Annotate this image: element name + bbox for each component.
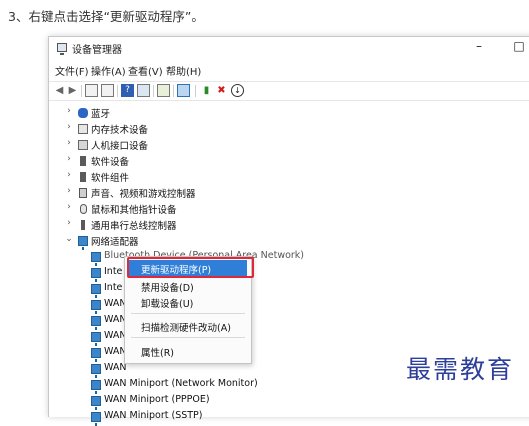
network-adapter-icon xyxy=(91,364,101,378)
menu-item-label: 卸载设备(U) xyxy=(141,299,194,310)
tree-label: Inte xyxy=(104,266,123,277)
back-arrow-icon[interactable]: ◀ xyxy=(53,84,66,97)
context-menu: 更新驱动程序(P) 禁用设备(D) 卸载设备(U) 扫描检测硬件改动(A) 属性… xyxy=(124,256,252,364)
sound-icon xyxy=(79,188,87,198)
bluetooth-icon xyxy=(78,108,88,118)
tree-row-adapter[interactable]: Bluetooth Device (Personal Area Network) xyxy=(49,249,529,266)
update-driver-icon[interactable]: ▮ xyxy=(200,84,213,97)
device-manager-icon xyxy=(57,43,67,55)
tree-row-sound[interactable]: › 声音、视频和游戏控制器 xyxy=(49,185,529,201)
scan-icon[interactable] xyxy=(157,84,170,97)
menu-item-label: 更新驱动程序(P) xyxy=(141,265,212,276)
scan-hardware-menu-item[interactable]: 扫描检测硬件改动(A) xyxy=(125,318,251,334)
tree-label: 蓝牙 xyxy=(91,109,111,120)
tree-label: 人机接口设备 xyxy=(91,141,149,152)
chevron-right-icon[interactable]: › xyxy=(65,186,73,196)
network-adapter-icon xyxy=(91,316,101,330)
window-title: 设备管理器 xyxy=(72,45,122,56)
tree-row-adapter[interactable]: Inte xyxy=(49,281,529,298)
tree-label: 网络适配器 xyxy=(91,237,139,248)
usb-icon xyxy=(81,220,85,230)
tree-row-software-device[interactable]: › 软件设备 xyxy=(49,153,529,169)
chevron-right-icon[interactable]: › xyxy=(65,122,73,132)
download-icon[interactable]: ↓ xyxy=(231,84,244,97)
mouse-icon xyxy=(80,204,87,214)
tree-row-mouse[interactable]: › 鼠标和其他指针设备 xyxy=(49,201,529,217)
chevron-right-icon[interactable]: › xyxy=(65,218,73,228)
tree-label: Inte xyxy=(104,282,123,293)
tree-label: 声音、视频和游戏控制器 xyxy=(91,189,196,200)
chevron-right-icon[interactable]: › xyxy=(65,106,73,116)
uninstall-device-menu-item[interactable]: 卸载设备(U) xyxy=(125,294,251,310)
software-device-icon xyxy=(80,156,86,166)
menu-item-label: 扫描检测硬件改动(A) xyxy=(141,323,231,334)
tree-row-adapter[interactable]: WAN xyxy=(49,297,529,314)
chevron-right-icon[interactable]: › xyxy=(65,170,73,180)
network-adapter-icon xyxy=(91,348,101,362)
tree-label: 软件设备 xyxy=(91,157,130,168)
tree-row-adapter[interactable]: WAN xyxy=(49,313,529,330)
toolbar: ◀ ▶ ? ▮ ✖ ↓ xyxy=(49,81,529,101)
forward-arrow-icon[interactable]: ▶ xyxy=(66,84,79,97)
properties-icon[interactable] xyxy=(85,84,98,97)
memory-icon xyxy=(78,124,88,134)
network-adapter-icon xyxy=(78,236,88,250)
menu-view[interactable]: 查看(V) xyxy=(128,63,163,78)
help-icon[interactable]: ? xyxy=(121,84,134,97)
network-adapter-icon xyxy=(91,412,101,426)
menu-item-label: 属性(R) xyxy=(141,348,175,359)
tree-row-adapter[interactable]: WAN Miniport (PPPOE) xyxy=(49,393,529,410)
tree-label: 内存技术设备 xyxy=(91,125,149,136)
properties-menu-item[interactable]: 属性(R) xyxy=(125,343,251,359)
remove-x-icon[interactable]: ✖ xyxy=(215,84,228,97)
tree-label: 通用串行总线控制器 xyxy=(91,221,177,232)
chevron-right-icon[interactable]: › xyxy=(65,138,73,148)
tree-row-usb[interactable]: › 通用串行总线控制器 xyxy=(49,217,529,233)
device-view-icon[interactable] xyxy=(137,84,150,97)
chevron-down-icon[interactable]: ⌄ xyxy=(65,234,73,244)
minimize-button[interactable]: – xyxy=(469,39,489,53)
menu-file[interactable]: 文件(F) xyxy=(55,63,89,78)
disable-device-menu-item[interactable]: 禁用设备(D) xyxy=(125,278,251,294)
network-adapter-icon xyxy=(91,268,101,282)
network-adapter-icon xyxy=(91,332,101,346)
update-driver-menu-item[interactable]: 更新驱动程序(P) xyxy=(129,260,247,276)
tree-label: WAN Miniport (Network Monitor) xyxy=(104,378,258,389)
menu-bar: 文件(F) 操作(A) 查看(V) 帮助(H) xyxy=(49,61,529,78)
tree-row-network-adapters[interactable]: ⌄ 网络适配器 xyxy=(49,233,529,250)
tree-row-memory[interactable]: › 内存技术设备 xyxy=(49,121,529,137)
menu-help[interactable]: 帮助(H) xyxy=(166,63,201,78)
network-adapter-icon xyxy=(91,300,101,314)
tree-label: 软件组件 xyxy=(91,173,130,184)
tree-row-bluetooth[interactable]: › 蓝牙 xyxy=(49,105,529,121)
network-adapter-icon xyxy=(91,396,101,410)
network-adapter-icon xyxy=(91,252,101,266)
menu-divider xyxy=(131,313,245,314)
chevron-right-icon[interactable]: › xyxy=(65,154,73,164)
maximize-button[interactable]: □ xyxy=(509,39,529,53)
tree-row-adapter[interactable]: Inte xyxy=(49,265,529,282)
list-icon[interactable] xyxy=(101,84,114,97)
tree-label: WAN Miniport (SSTP) xyxy=(104,410,203,421)
software-component-icon xyxy=(80,172,86,182)
menu-action[interactable]: 操作(A) xyxy=(91,63,126,78)
monitor-icon[interactable] xyxy=(177,84,190,97)
hid-icon xyxy=(78,140,88,150)
menu-divider xyxy=(131,337,245,338)
watermark-logo: 最需教育 xyxy=(406,355,515,384)
tree-row-hid[interactable]: › 人机接口设备 xyxy=(49,137,529,153)
tree-row-adapter[interactable]: WAN xyxy=(49,329,529,346)
tree-label: 鼠标和其他指针设备 xyxy=(91,205,177,216)
instruction-text: 3、右键点击选择“更新驱动程序”。 xyxy=(8,9,204,24)
tree-row-adapter[interactable]: WAN Miniport (SSTP) xyxy=(49,409,529,426)
network-adapter-icon xyxy=(91,284,101,298)
menu-item-label: 禁用设备(D) xyxy=(141,283,194,294)
tree-row-software-component[interactable]: › 软件组件 xyxy=(49,169,529,185)
chevron-right-icon[interactable]: › xyxy=(65,202,73,212)
title-bar: 设备管理器 – □ xyxy=(49,37,529,59)
network-adapter-icon xyxy=(91,380,101,394)
